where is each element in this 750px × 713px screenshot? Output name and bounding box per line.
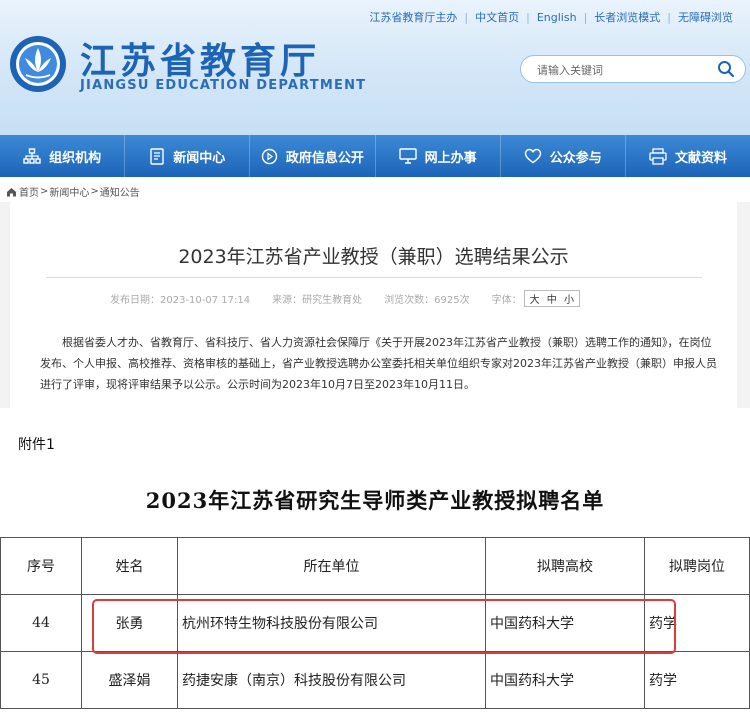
font-size-label: 字体：: [491, 295, 522, 306]
search-icon[interactable]: [717, 60, 735, 78]
column-header: 姓名: [81, 537, 178, 595]
table-cell-employer: 杭州环特生物科技股份有限公司: [177, 594, 486, 652]
home-icon: [7, 187, 16, 196]
article-meta: 发布日期：2023-10-07 17:14 来源：研究生教育处 浏览次数：692…: [110, 290, 602, 307]
site-title: 江苏省教育厅: [80, 41, 321, 82]
nav-documents[interactable]: 文献资料: [626, 135, 750, 177]
appointment-table: 序号 姓名 所在单位 拟聘高校 拟聘岗位 44 张勇 杭州环特生物科技股份有限公…: [0, 537, 750, 709]
main-nav: 组织机构 新闻中心 政府信息公开 网上办事 公众参与 文献资料: [0, 135, 750, 177]
article-title: 2023年江苏省产业教授（兼职）选聘结果公示: [178, 246, 569, 268]
table-cell-number: 44: [0, 594, 82, 652]
top-link-english[interactable]: English: [530, 11, 584, 24]
font-size-large[interactable]: 大: [530, 295, 540, 306]
column-header: 序号: [0, 537, 82, 595]
table-cell-position: 药学: [644, 594, 750, 652]
font-size-selector: 大 中 小: [523, 290, 580, 307]
table-cell-number: 45: [0, 651, 82, 709]
site-header: 江苏省教育厅主办 | 中文首页 | English | 长者浏览模式 | 无障碍…: [0, 0, 750, 135]
site-title-english: JIANGSU EDUCATION DEPARTMENT: [80, 78, 367, 93]
nav-online-services[interactable]: 网上办事: [376, 135, 501, 177]
play-circle-icon: [261, 148, 278, 164]
table-cell-position: 药学: [644, 651, 750, 709]
nav-government-info[interactable]: 政府信息公开: [250, 135, 376, 177]
monitor-icon: [398, 148, 417, 164]
nav-label: 政府信息公开: [285, 150, 364, 166]
nav-label: 文献资料: [674, 150, 727, 166]
font-size-small[interactable]: 小: [564, 295, 574, 306]
list-title: 2023年江苏省研究生导师类产业教授拟聘名单: [145, 488, 605, 513]
article-source: 来源：研究生教育处: [272, 295, 363, 306]
nav-label: 组织机构: [49, 150, 102, 166]
top-link-host[interactable]: 江苏省教育厅主办: [362, 9, 464, 25]
department-logo-icon[interactable]: [8, 34, 68, 94]
article-body: 根据省委人才办、省教育厅、省科技厅、省人力资源社会保障厅《关于开展2023年江苏…: [40, 336, 717, 391]
attachment-label: 附件1: [18, 437, 55, 453]
top-link-chinese-home[interactable]: 中文首页: [468, 9, 526, 25]
nav-organization[interactable]: 组织机构: [0, 135, 126, 177]
table-cell-name: 张勇: [81, 594, 178, 652]
table-cell-university: 中国药科大学: [485, 651, 645, 709]
search-box: [520, 55, 746, 83]
heart-icon: [524, 148, 541, 164]
table-row: 44 张勇 杭州环特生物科技股份有限公司 中国药科大学 药学: [0, 594, 750, 652]
breadcrumb: 首页 > 新闻中心 > 通知公告: [6, 184, 140, 199]
table-cell-university: 中国药科大学: [485, 594, 645, 652]
printer-icon: [649, 147, 667, 165]
breadcrumb-notices[interactable]: 通知公告: [100, 184, 140, 199]
table-cell-employer: 药捷安康（南京）科技股份有限公司: [177, 651, 486, 709]
nav-news-center[interactable]: 新闻中心: [125, 135, 251, 177]
breadcrumb-home[interactable]: 首页: [19, 184, 39, 199]
table-row: 45 盛泽娟 药捷安康（南京）科技股份有限公司 中国药科大学 药学: [0, 651, 750, 709]
table-header-row: 序号 姓名 所在单位 拟聘高校 拟聘岗位: [0, 537, 750, 595]
nav-label: 网上办事: [424, 150, 477, 166]
title-divider: [46, 277, 702, 278]
news-document-icon: [150, 147, 164, 165]
top-links: 江苏省教育厅主办 | 中文首页 | English | 长者浏览模式 | 无障碍…: [362, 9, 740, 25]
publish-date: 发布日期：2023-10-07 17:14: [110, 295, 251, 306]
breadcrumb-separator: >: [90, 186, 99, 197]
nav-label: 新闻中心: [173, 150, 226, 166]
font-size-medium[interactable]: 中: [547, 295, 557, 306]
view-count: 浏览次数：6925次: [384, 295, 470, 306]
top-link-elderly-mode[interactable]: 长者浏览模式: [587, 9, 667, 25]
top-link-accessibility[interactable]: 无障碍浏览: [671, 9, 740, 25]
org-chart-icon: [23, 148, 41, 164]
nav-label: 公众参与: [549, 150, 602, 166]
search-input[interactable]: [535, 61, 709, 79]
breadcrumb-separator: >: [40, 186, 49, 197]
nav-public-participation[interactable]: 公众参与: [501, 135, 626, 177]
breadcrumb-news-center[interactable]: 新闻中心: [49, 184, 89, 199]
column-header: 拟聘高校: [485, 537, 645, 595]
table-cell-name: 盛泽娟: [81, 651, 178, 709]
column-header: 拟聘岗位: [644, 537, 750, 595]
column-header: 所在单位: [177, 537, 486, 595]
